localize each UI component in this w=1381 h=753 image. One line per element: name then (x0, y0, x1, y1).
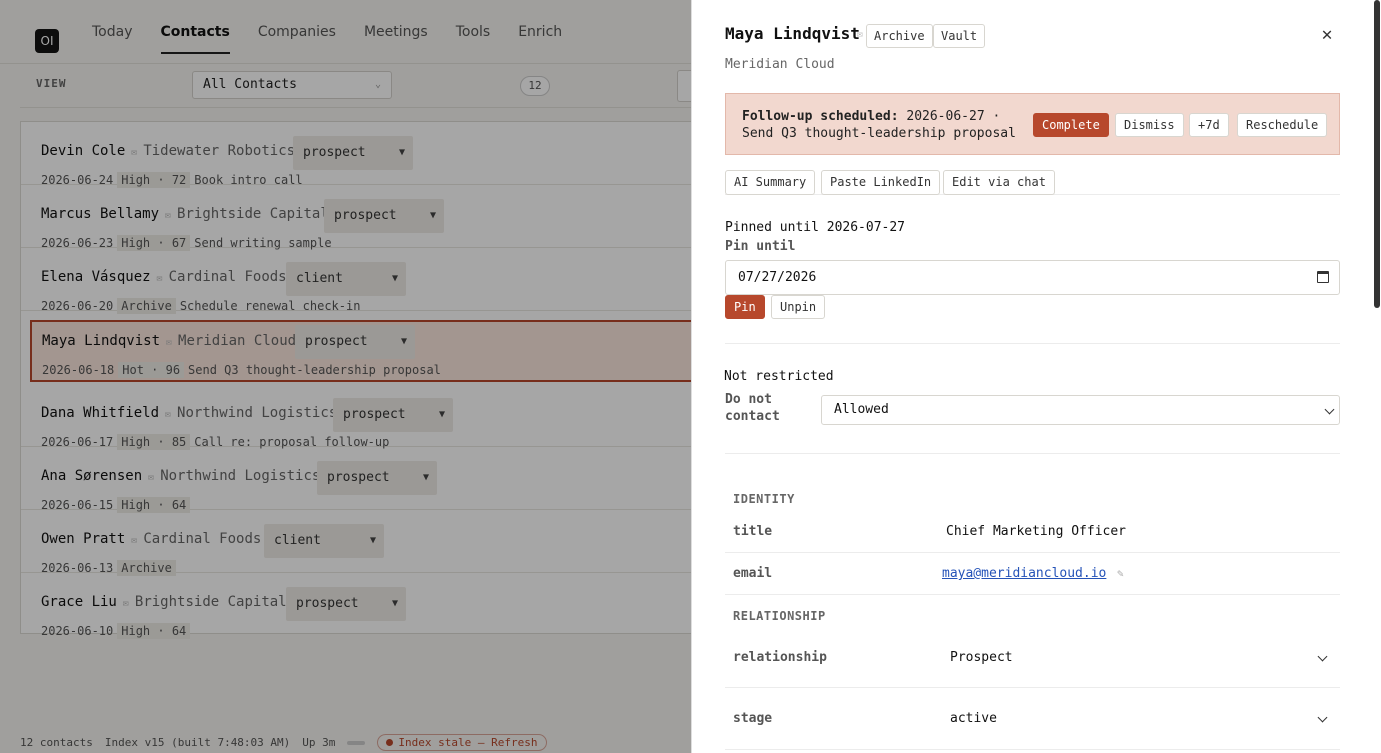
drawer-tools: AI Summary Paste LinkedIn Edit via chat (725, 170, 1340, 195)
calendar-icon[interactable] (1317, 271, 1329, 283)
drawer-scrollbar[interactable] (1374, 0, 1380, 308)
reschedule-button[interactable]: Reschedule (1237, 113, 1328, 137)
pin-button[interactable]: Pin (725, 295, 765, 319)
close-icon[interactable]: ✕ (1316, 24, 1338, 46)
do-not-contact-label: Do not contact (725, 392, 780, 424)
modal-backdrop[interactable] (0, 0, 691, 753)
edit-via-chat-button[interactable]: Edit via chat (943, 170, 1055, 195)
field-title: title Chief Marketing Officer (725, 510, 1340, 553)
complete-button[interactable]: Complete (1033, 113, 1109, 137)
mail-icon: ✉ (857, 29, 864, 40)
archive-button[interactable]: Archive (866, 24, 933, 48)
restriction-status: Not restricted (724, 369, 834, 384)
field-value[interactable]: Chief Marketing Officer (946, 524, 1126, 539)
dismiss-button[interactable]: Dismiss (1115, 113, 1184, 137)
email-link[interactable]: maya@meridiancloud.io (942, 566, 1106, 581)
section-divider (725, 453, 1340, 454)
chevron-down-icon (1317, 712, 1328, 723)
field-key: email (733, 566, 773, 581)
stage-value: active (950, 711, 997, 726)
paste-linkedin-button[interactable]: Paste LinkedIn (821, 170, 941, 195)
field-key: relationship (733, 650, 827, 665)
plus-7d-button[interactable]: +7d (1189, 113, 1229, 137)
pencil-icon[interactable]: ✎ (1117, 567, 1124, 580)
relationship-value: Prospect (950, 650, 1013, 665)
pin-date-value: 07/27/2026 (738, 270, 817, 285)
unpin-button[interactable]: Unpin (771, 295, 826, 319)
field-stage[interactable]: stage active (725, 688, 1340, 750)
chevron-down-icon (1324, 404, 1335, 415)
field-key: stage (733, 711, 773, 726)
contact-detail-drawer: Maya Lindqvist ✉ Archive Vault ✕ Meridia… (691, 0, 1381, 753)
relationship-heading: RELATIONSHIP (733, 609, 826, 623)
field-relationship[interactable]: relationship Prospect (725, 628, 1340, 688)
do-not-contact-value: Allowed (834, 402, 889, 417)
pin-until-label: Pin until (725, 239, 796, 254)
pin-status: Pinned until 2026-07-27 (725, 220, 906, 235)
section-divider (725, 343, 1340, 344)
ai-summary-button[interactable]: AI Summary (725, 170, 816, 195)
followup-text: Follow-up scheduled: 2026-06-27 · Send Q… (742, 108, 1032, 142)
field-email: email maya@meridiancloud.io ✎ (725, 553, 1340, 595)
chevron-down-icon (1317, 651, 1328, 662)
followup-banner: Follow-up scheduled: 2026-06-27 · Send Q… (725, 93, 1340, 155)
field-key: title (733, 524, 773, 539)
pin-until-date-input[interactable]: 07/27/2026 (725, 260, 1340, 295)
vault-button[interactable]: Vault (933, 24, 986, 48)
drawer-contact-name: Maya Lindqvist (725, 24, 860, 43)
followup-label: Follow-up scheduled: (742, 109, 899, 124)
drawer-company: Meridian Cloud (725, 57, 835, 72)
identity-heading: IDENTITY (733, 492, 795, 506)
do-not-contact-select[interactable]: Allowed (821, 395, 1340, 425)
